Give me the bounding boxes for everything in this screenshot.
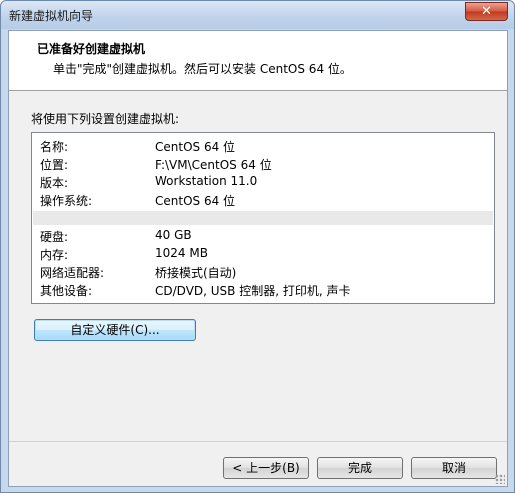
summary-key: 网络适配器: [40,266,105,280]
summary-key: 其他设备: [40,284,93,298]
summary-value: Workstation 11.0 [155,174,258,188]
summary-key: 内存: [40,248,69,262]
summary-row-name: 名称: CentOS 64 位 [32,136,494,154]
summary-value: CentOS 64 位 [155,140,236,154]
summary-row-network: 网络适配器: 桥接模式(自动) [32,262,494,280]
summary-row-os: 操作系统: CentOS 64 位 [32,190,494,208]
summary-row-memory: 内存: 1024 MB [32,244,494,262]
summary-value: 桥接模式(自动) [155,266,237,280]
summary-key: 版本: [40,176,69,190]
cancel-button[interactable]: 取消 [411,457,497,479]
customize-hardware-button[interactable]: 自定义硬件(C)... [34,319,196,341]
close-icon[interactable]: ✕ [465,2,508,21]
summary-key: 硬盘: [40,230,69,244]
page-title: 已准备好创建虚拟机 [37,42,146,56]
footer-divider [9,441,507,442]
header-panel: 已准备好创建虚拟机 单击"完成"创建虚拟机。然后可以安装 CentOS 64 位… [9,31,507,91]
back-button[interactable]: < 上一步(B) [223,457,309,479]
summary-key: 名称: [40,140,69,154]
summary-value: 1024 MB [155,246,208,260]
summary-label: 将使用下列设置创建虚拟机: [31,112,180,126]
page-subtitle: 单击"完成"创建虚拟机。然后可以安装 CentOS 64 位。 [53,62,352,76]
summary-list[interactable]: 名称: CentOS 64 位 位置: F:\VM\CentOS 64 位 版本… [31,132,495,304]
summary-value: CentOS 64 位 [155,194,236,208]
summary-separator [33,211,493,225]
wizard-body: 已准备好创建虚拟机 单击"完成"创建虚拟机。然后可以安装 CentOS 64 位… [8,30,508,487]
title-bar[interactable]: 新建虚拟机向导 ✕ [1,1,514,29]
resize-grip-icon[interactable] [495,474,505,484]
summary-row-devices: 其他设备: CD/DVD, USB 控制器, 打印机, 声卡 [32,280,494,298]
summary-row-disk: 硬盘: 40 GB [32,226,494,244]
summary-value: F:\VM\CentOS 64 位 [155,158,272,172]
summary-value: CD/DVD, USB 控制器, 打印机, 声卡 [155,284,351,298]
wizard-window: 新建虚拟机向导 ✕ 已准备好创建虚拟机 单击"完成"创建虚拟机。然后可以安装 C… [0,0,515,493]
summary-key: 位置: [40,158,69,172]
summary-row-location: 位置: F:\VM\CentOS 64 位 [32,154,494,172]
summary-key: 操作系统: [40,194,93,208]
finish-button[interactable]: 完成 [317,457,403,479]
window-title: 新建虚拟机向导 [9,9,94,23]
summary-value: 40 GB [155,228,192,242]
summary-row-version: 版本: Workstation 11.0 [32,172,494,190]
